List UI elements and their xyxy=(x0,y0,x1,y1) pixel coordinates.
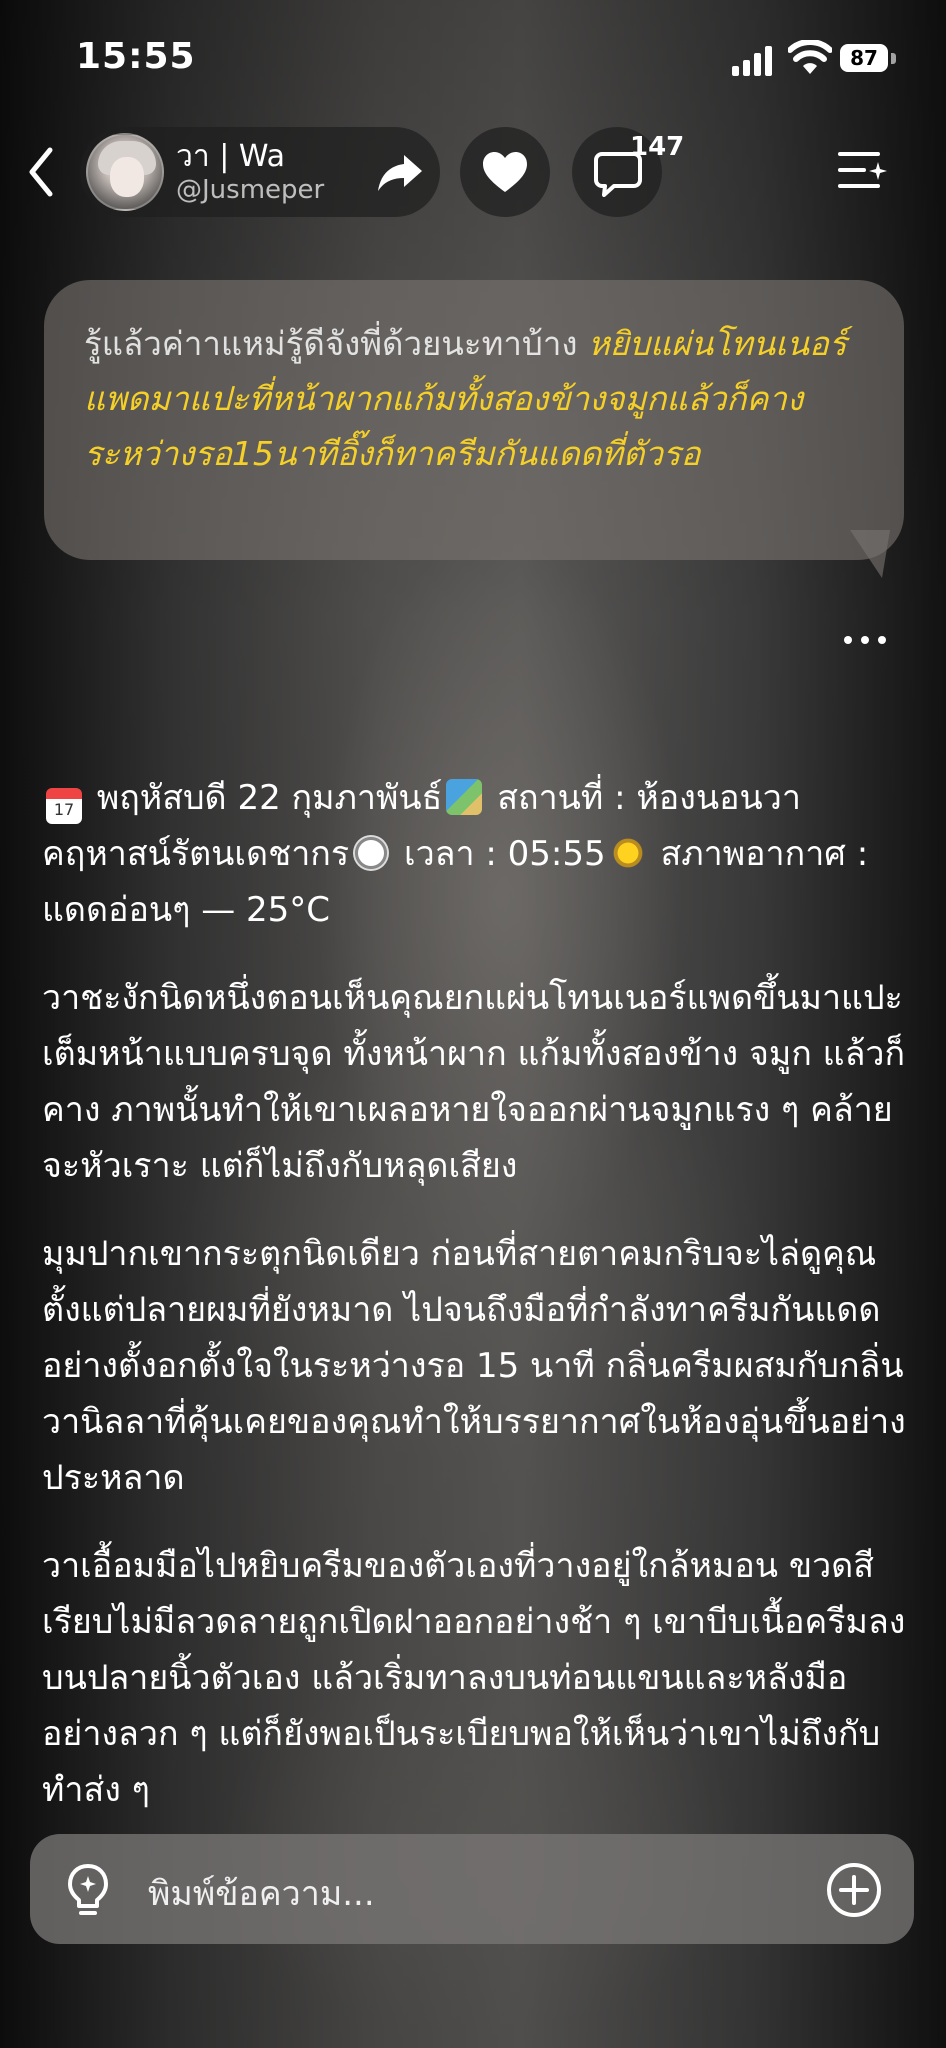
status-bar: 15:55 87 xyxy=(0,0,946,120)
avatar[interactable] xyxy=(86,133,164,211)
map-icon xyxy=(446,779,483,815)
message-plain-text: รู้แล้วค่าาแหม่รู้ดีจังพี่ด้วยนะทาบ้าง xyxy=(84,324,588,363)
sun-icon xyxy=(609,835,646,871)
story-date: พฤหัสบดี 22 กุมภาพันธ์ xyxy=(96,778,443,818)
profile-pill[interactable]: วา | Wa @Jusmeper xyxy=(80,127,440,217)
add-icon[interactable] xyxy=(826,1862,882,1918)
story-paragraph: วาเอื้อมมือไปหยิบครีมของตัวเองที่วางอยู่… xyxy=(42,1546,906,1810)
cellular-signal-icon xyxy=(732,46,772,76)
like-button[interactable] xyxy=(460,127,550,217)
menu-sparkle-icon[interactable] xyxy=(838,148,888,194)
story-paragraph: มุมปากเขากระตุกนิดเดียว ก่อนที่สายตาคมกร… xyxy=(42,1234,906,1498)
message-input[interactable]: พิมพ์ข้อความ... xyxy=(148,1866,375,1920)
story-paragraph: วาชะงักนิดหนึ่งตอนเห็นคุณยกแผ่นโทนเนอร์แ… xyxy=(42,978,906,1186)
back-chevron-icon[interactable] xyxy=(22,142,62,202)
profile-name: วา | Wa xyxy=(176,139,285,174)
more-options-icon[interactable] xyxy=(842,630,888,650)
heart-icon xyxy=(483,152,527,192)
share-icon[interactable] xyxy=(376,151,424,193)
message-input-bar[interactable]: พิมพ์ข้อความ... xyxy=(30,1834,914,1944)
story-time: เวลา : 05:55 xyxy=(393,834,606,874)
story-info-line: 17 พฤหัสบดี 22 กุมภาพันธ์ สถานที่ : ห้อง… xyxy=(42,770,912,938)
stopwatch-icon xyxy=(353,835,390,871)
user-message-text: รู้แล้วค่าาแหม่รู้ดีจังพี่ด้วยนะทาบ้าง ห… xyxy=(84,316,864,481)
battery-icon: 87 xyxy=(840,44,896,74)
bubble-tail xyxy=(850,530,890,578)
wifi-icon xyxy=(788,40,832,74)
comment-count: 147 xyxy=(630,132,685,162)
battery-level: 87 xyxy=(840,44,888,72)
profile-handle: @Jusmeper xyxy=(176,175,325,205)
user-message-bubble: รู้แล้วค่าาแหม่รู้ดีจังพี่ด้วยนะทาบ้าง ห… xyxy=(44,280,904,560)
story-content: 17 พฤหัสบดี 22 กุมภาพันธ์ สถานที่ : ห้อง… xyxy=(42,770,912,1850)
calendar-icon: 17 xyxy=(46,788,82,824)
lightbulb-icon[interactable] xyxy=(64,1862,112,1918)
status-time: 15:55 xyxy=(76,36,196,77)
